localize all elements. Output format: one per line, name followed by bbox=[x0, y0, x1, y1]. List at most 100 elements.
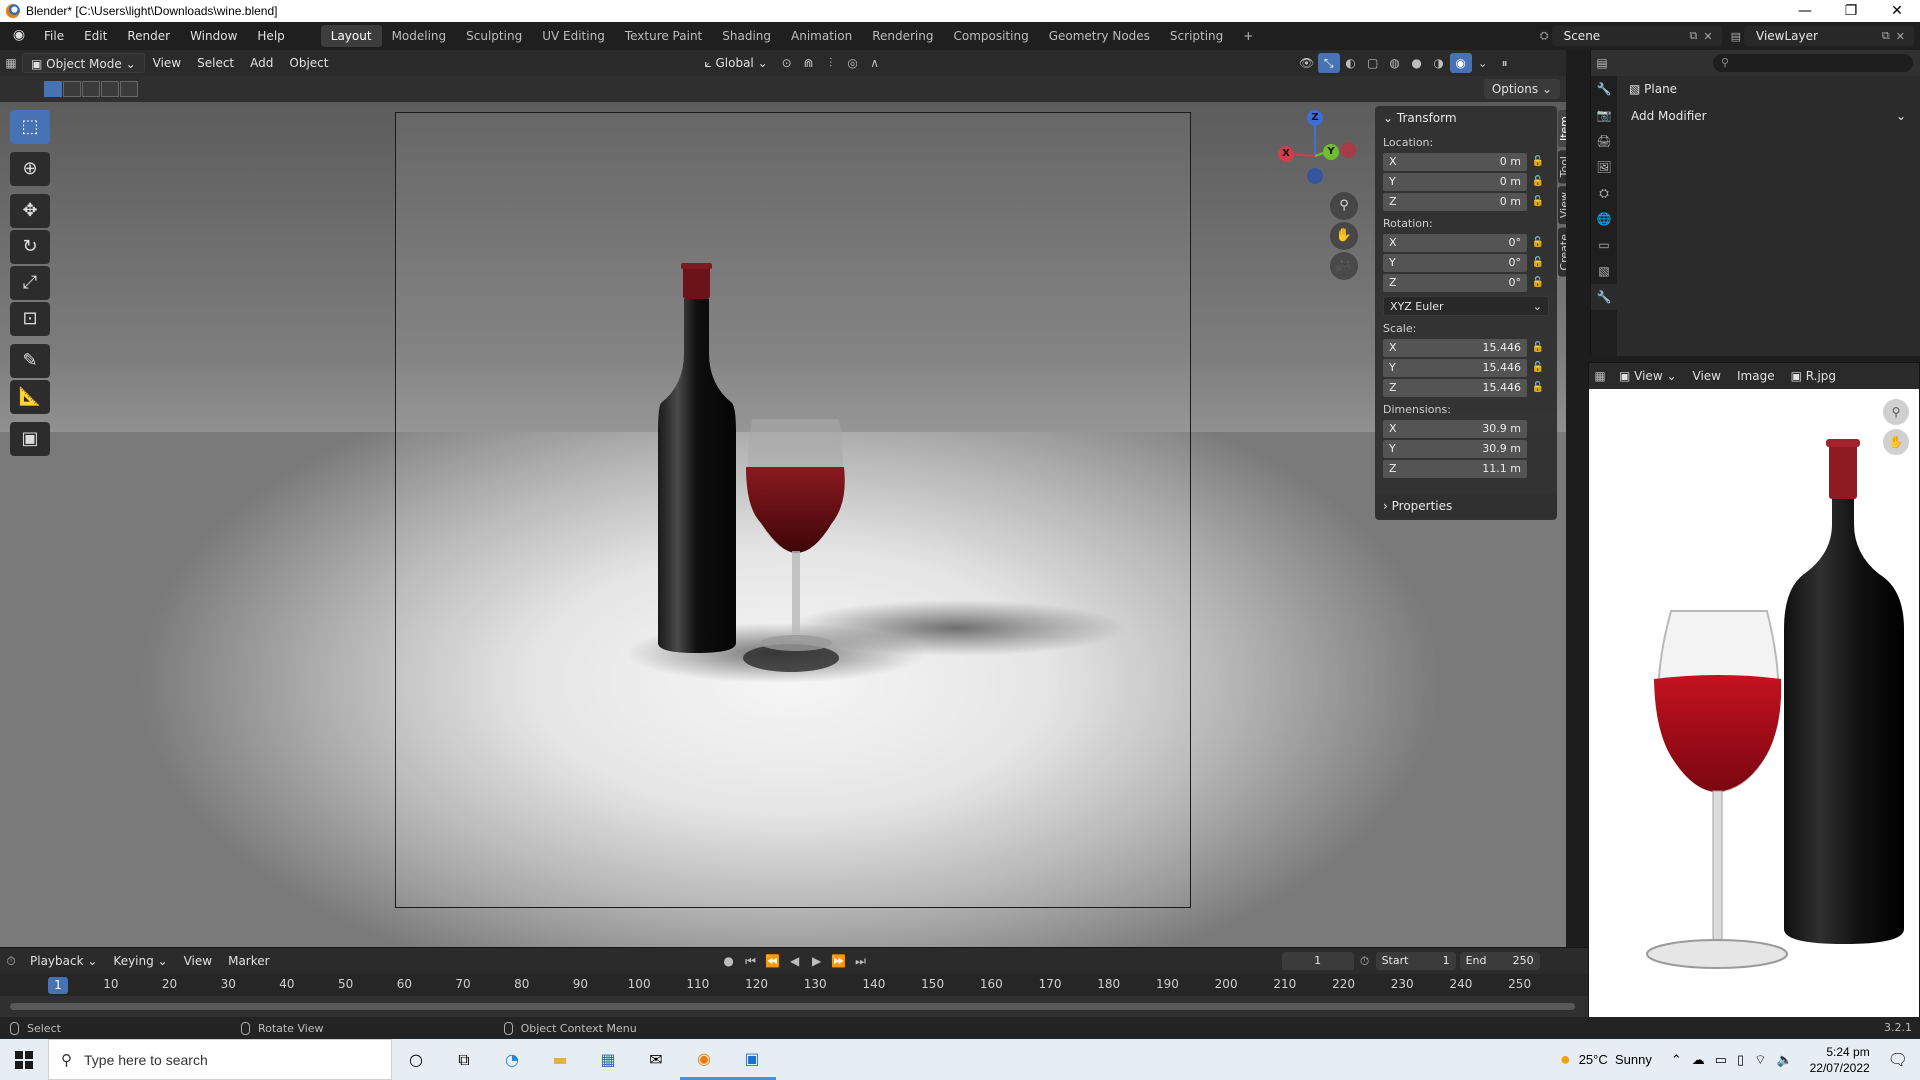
output-tab-icon[interactable]: 🖨 bbox=[1591, 128, 1617, 154]
visibility-icon[interactable]: 👁 bbox=[1296, 53, 1318, 73]
vpn-icon[interactable]: ▭ bbox=[1715, 1052, 1727, 1068]
location-x-field[interactable]: X 0 m bbox=[1383, 152, 1527, 171]
start-frame-field[interactable]: Start 1 bbox=[1375, 952, 1456, 970]
cursor-icon[interactable]: ⊕ bbox=[10, 152, 50, 186]
image-selector[interactable]: ▣ R.jpg bbox=[1783, 366, 1844, 386]
select-extend-icon[interactable] bbox=[63, 81, 81, 97]
editor-type-icon[interactable]: ▤ bbox=[1591, 53, 1613, 73]
lock-icon[interactable]: 🔓 bbox=[1527, 196, 1549, 207]
object-tab-icon[interactable]: ▧ bbox=[1591, 258, 1617, 284]
add-workspace-button[interactable]: + bbox=[1233, 25, 1263, 47]
menu-playback[interactable]: Playback ⌄ bbox=[22, 951, 105, 971]
close-button[interactable]: ✕ bbox=[1874, 0, 1920, 22]
scene-tab-icon[interactable]: ⛭ bbox=[1591, 180, 1617, 206]
image-canvas[interactable]: ⚲ ✋ bbox=[1589, 389, 1919, 1017]
menu-edit[interactable]: Edit bbox=[74, 25, 117, 47]
gizmo-x-axis[interactable]: X bbox=[1278, 146, 1294, 162]
annotate-icon[interactable]: ✎ bbox=[10, 344, 50, 378]
start-button[interactable] bbox=[0, 1039, 48, 1080]
options-dropdown[interactable]: Options ⌄ bbox=[1483, 79, 1560, 99]
cloud-icon[interactable]: ☁ bbox=[1692, 1052, 1705, 1068]
store-icon[interactable]: ▦ bbox=[584, 1039, 632, 1080]
select-invert-icon[interactable] bbox=[101, 81, 119, 97]
pivot-point-icon[interactable]: ⊙ bbox=[776, 53, 798, 73]
zoom-icon[interactable]: ⚲ bbox=[1330, 192, 1358, 220]
select-intersect-icon[interactable] bbox=[120, 81, 138, 97]
scale-x-field[interactable]: X 15.446 bbox=[1383, 338, 1527, 357]
move-icon[interactable]: ✥ bbox=[10, 194, 50, 228]
end-frame-field[interactable]: End 250 bbox=[1459, 952, 1540, 970]
gizmo-neg-z-axis[interactable] bbox=[1307, 168, 1323, 184]
falloff-icon[interactable]: ∧ bbox=[864, 53, 886, 73]
menu-keying[interactable]: Keying ⌄ bbox=[105, 951, 175, 971]
task-view-icon[interactable]: ⧉ bbox=[440, 1039, 488, 1080]
menu-timeline-view[interactable]: View bbox=[176, 951, 220, 971]
snap-icon[interactable]: ⋒ bbox=[798, 53, 820, 73]
tab-modeling[interactable]: Modeling bbox=[382, 25, 457, 47]
add-modifier-dropdown[interactable]: Add Modifier ⌄ bbox=[1625, 106, 1912, 126]
orientation-dropdown[interactable]: ⟀ Global ⌄ bbox=[696, 53, 775, 73]
wifi-icon[interactable]: ⌔ bbox=[1754, 1052, 1766, 1068]
render-tab-icon[interactable]: 📷 bbox=[1591, 102, 1617, 128]
image-zoom-icon[interactable]: ⚲ bbox=[1883, 399, 1909, 425]
lock-icon[interactable]: 🔓 bbox=[1527, 382, 1549, 393]
taskbar-search-box[interactable]: ⚲ Type here to search bbox=[48, 1039, 392, 1080]
gizmo-neg-x-axis[interactable] bbox=[1340, 142, 1356, 158]
rotate-icon[interactable]: ↻ bbox=[10, 230, 50, 264]
scale-z-field[interactable]: Z 15.446 bbox=[1383, 378, 1527, 397]
measure-icon[interactable]: 📐 bbox=[10, 380, 50, 414]
mail-icon[interactable]: ✉ bbox=[632, 1039, 680, 1080]
3d-viewport[interactable]: ⬚ ⊕ ✥ ↻ ⤢ ⊡ ✎ 📐 ▣ Z Y X ⚲ ✋ 🎥 ⌄ Transfor… bbox=[0, 102, 1566, 947]
select-new-icon[interactable] bbox=[44, 81, 62, 97]
tab-geometry-nodes[interactable]: Geometry Nodes bbox=[1039, 25, 1160, 47]
preview-range-icon[interactable]: ⏱ bbox=[1354, 951, 1376, 971]
scale-y-field[interactable]: Y 15.446 bbox=[1383, 358, 1527, 377]
overlay-icon[interactable]: ◐ bbox=[1340, 53, 1362, 73]
transform-icon[interactable]: ⊡ bbox=[10, 302, 50, 336]
jump-keyframe-forward-icon[interactable]: ⏩ bbox=[828, 951, 850, 971]
camera-view-icon[interactable]: 🎥 bbox=[1330, 252, 1358, 280]
tab-scripting[interactable]: Scripting bbox=[1160, 25, 1233, 47]
rotation-x-field[interactable]: X 0° bbox=[1383, 233, 1527, 252]
tab-layout[interactable]: Layout bbox=[320, 25, 382, 47]
tab-sculpting[interactable]: Sculpting bbox=[456, 25, 532, 47]
jump-keyframe-back-icon[interactable]: ⏪ bbox=[762, 951, 784, 971]
scene-icon[interactable]: ⛭ bbox=[1540, 29, 1549, 43]
lock-icon[interactable]: 🔓 bbox=[1527, 156, 1549, 167]
sidebar-tab-view[interactable]: View bbox=[1558, 186, 1566, 225]
frame-indicator[interactable]: 1 bbox=[48, 977, 68, 994]
file-explorer-icon[interactable]: ▬ bbox=[536, 1039, 584, 1080]
jump-start-icon[interactable]: ⏮ bbox=[740, 951, 762, 971]
lock-icon[interactable]: 🔓 bbox=[1527, 362, 1549, 373]
dimensions-z-field[interactable]: Z 11.1 m bbox=[1383, 459, 1527, 478]
cortana-icon[interactable]: ○ bbox=[392, 1039, 440, 1080]
dimensions-x-field[interactable]: X 30.9 m bbox=[1383, 419, 1527, 438]
menu-select[interactable]: Select bbox=[189, 53, 242, 73]
tool-tab-icon[interactable]: 🔧 bbox=[1591, 76, 1617, 102]
view-layer-tab-icon[interactable]: 🖼 bbox=[1591, 154, 1617, 180]
solid-shading-icon[interactable]: ● bbox=[1406, 53, 1428, 73]
edge-browser-icon[interactable]: ◔ bbox=[488, 1039, 536, 1080]
rotation-z-field[interactable]: Z 0° bbox=[1383, 273, 1527, 292]
image-pan-icon[interactable]: ✋ bbox=[1883, 429, 1909, 455]
mode-dropdown[interactable]: ▣ Object Mode ⌄ bbox=[22, 53, 145, 73]
lock-icon[interactable]: 🔓 bbox=[1527, 237, 1549, 248]
editor-type-icon[interactable]: ⏱ bbox=[0, 951, 22, 971]
shading-options-icon[interactable]: ⌄ bbox=[1472, 53, 1494, 73]
weather-label[interactable]: 25°C Sunny bbox=[1579, 1052, 1652, 1067]
new-scene-icon[interactable]: ⧉ bbox=[1690, 29, 1698, 43]
menu-image[interactable]: Image bbox=[1729, 366, 1783, 386]
menu-add[interactable]: Add bbox=[242, 53, 281, 73]
tab-uv-editing[interactable]: UV Editing bbox=[532, 25, 615, 47]
lock-icon[interactable]: 🔓 bbox=[1527, 176, 1549, 187]
modifier-tab-icon[interactable]: 🔧 bbox=[1591, 284, 1617, 310]
scene-name[interactable]: Scene bbox=[1564, 29, 1687, 43]
menu-window[interactable]: Window bbox=[180, 25, 247, 47]
location-z-field[interactable]: Z 0 m bbox=[1383, 192, 1527, 211]
rendered-shading-icon[interactable]: ◉ bbox=[1449, 53, 1472, 73]
select-box-icon[interactable]: ⬚ bbox=[10, 110, 50, 144]
jump-end-icon[interactable]: ⏭ bbox=[850, 951, 872, 971]
clock[interactable]: 5:24 pm 22/07/2022 bbox=[1810, 1044, 1870, 1076]
lock-icon[interactable]: 🔓 bbox=[1527, 342, 1549, 353]
location-y-field[interactable]: Y 0 m bbox=[1383, 172, 1527, 191]
